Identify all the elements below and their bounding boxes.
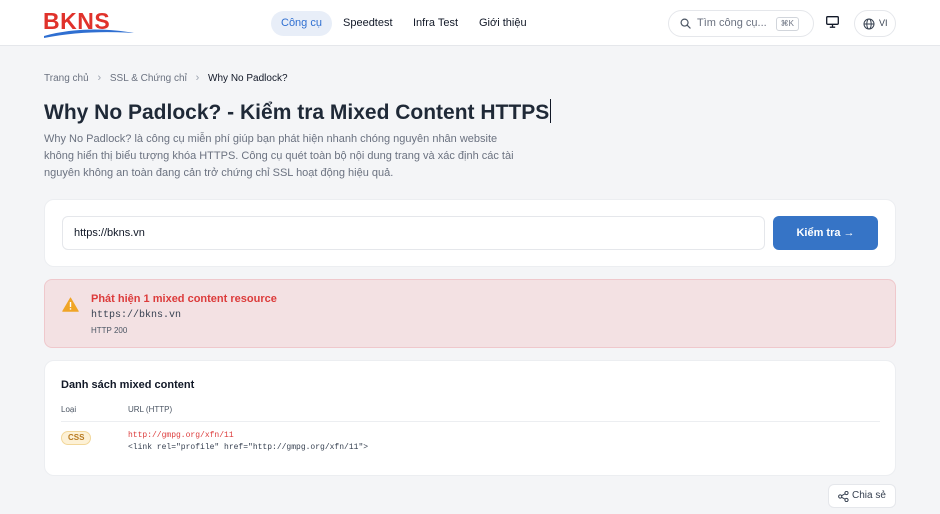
share-icon (838, 491, 849, 502)
alert-title: Phát hiện 1 mixed content resource (91, 293, 277, 305)
resource-url[interactable]: http://gmpg.org/xfn/11 (128, 431, 234, 440)
share-label: Chia sẻ (852, 490, 886, 501)
mixed-content-alert: Phát hiện 1 mixed content resource https… (44, 279, 896, 348)
column-header-type: Loại (61, 405, 77, 414)
type-badge: CSS (61, 431, 92, 445)
breadcrumb: Trang chủ › SSL & Chứng chỉ › Why No Pad… (44, 72, 288, 84)
nav-tools[interactable]: Công cụ (271, 11, 332, 36)
tool-search-input[interactable]: Tìm công cụ... ⌘K (668, 10, 814, 37)
search-placeholder: Tìm công cụ... (697, 17, 767, 29)
resource-snippet: <link rel="profile" href="http://gmpg.or… (128, 443, 369, 452)
search-icon (680, 18, 691, 29)
share-button[interactable]: Chia sẻ (828, 484, 896, 508)
table-divider (61, 421, 880, 422)
list-title: Danh sách mixed content (61, 379, 195, 391)
alert-url: https://bkns.vn (91, 310, 182, 321)
breadcrumb-home[interactable]: Trang chủ (44, 73, 89, 84)
top-navbar: BKNS Công cụ Speedtest Infra Test Giới t… (0, 0, 940, 46)
breadcrumb-ssl[interactable]: SSL & Chứng chỉ (110, 73, 187, 84)
brand-logo[interactable]: BKNS (43, 9, 139, 39)
monitor-icon[interactable] (826, 16, 839, 28)
nav-about[interactable]: Giới thiệu (469, 11, 537, 36)
check-button[interactable]: Kiểm tra → (773, 216, 878, 250)
url-input[interactable]: https://bkns.vn (62, 216, 765, 250)
search-shortcut-badge: ⌘K (775, 17, 799, 31)
url-check-form: https://bkns.vn Kiểm tra → (44, 199, 896, 267)
nav-speedtest[interactable]: Speedtest (333, 11, 403, 36)
page-title-text: Why No Padlock? - Kiểm tra Mixed Content… (44, 101, 550, 124)
mixed-content-list: Danh sách mixed content Loại URL (HTTP) … (44, 360, 896, 476)
language-switcher[interactable]: VI (854, 10, 896, 37)
text-cursor (550, 99, 552, 123)
language-code: VI (879, 18, 888, 28)
page-description: Why No Padlock? là công cụ miễn phí giúp… (44, 133, 514, 179)
globe-icon (863, 18, 875, 30)
breadcrumb-current: Why No Padlock? (208, 72, 288, 84)
page-title: Why No Padlock? - Kiểm tra Mixed Content… (44, 99, 552, 125)
nav-infra-test[interactable]: Infra Test (403, 11, 468, 36)
chevron-right-icon: › (97, 72, 102, 84)
warning-icon (62, 297, 79, 312)
chevron-right-icon: › (195, 72, 200, 84)
logo-swoosh-icon (44, 29, 134, 38)
column-header-url: URL (HTTP) (128, 405, 173, 414)
alert-status: HTTP 200 (91, 326, 128, 335)
